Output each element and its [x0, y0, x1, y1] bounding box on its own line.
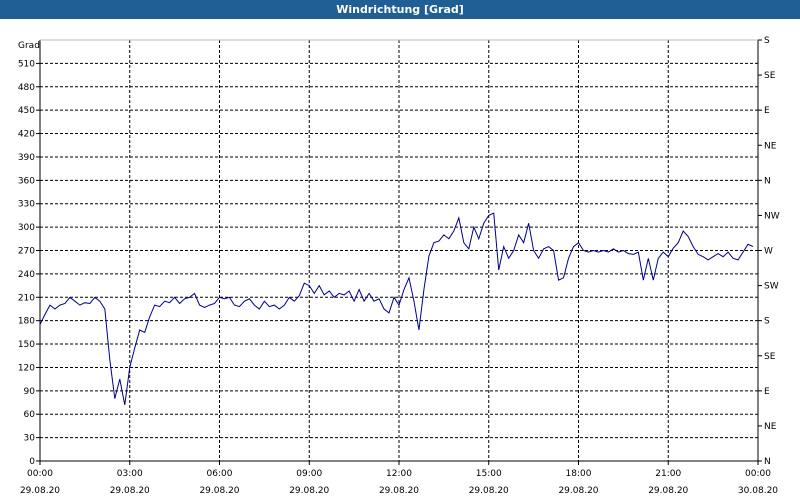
y-tick-label: 150 — [18, 340, 35, 350]
chart-area: 0 30 60 90 120 150 180 210 240 270 300 330 360 390 420… — [18, 36, 780, 496]
y2-tick-label: W — [764, 247, 773, 257]
x-tick-date: 29.08.20 — [20, 486, 60, 496]
y-tick-label: 330 — [18, 200, 35, 210]
x-tick-time: 15:00 — [476, 469, 502, 479]
y2-tick-label: SE — [764, 71, 776, 81]
x-tick-time: 12:00 — [386, 469, 412, 479]
y-tick-label: 0 — [29, 457, 35, 467]
y2-tick-label: E — [764, 106, 770, 116]
x-tick-time: 18:00 — [566, 469, 592, 479]
y-tick-label: 450 — [18, 106, 35, 116]
y-tick-label: 240 — [18, 270, 35, 280]
y-axis: 0 30 60 90 120 150 180 210 240 270 300 330 360 390 420… — [18, 59, 40, 467]
y-tick-label: 420 — [18, 130, 35, 140]
chart-title: Windrichtung [Grad] — [0, 0, 800, 19]
x-tick-time: 06:00 — [207, 469, 233, 479]
y-tick-label: 270 — [18, 247, 35, 257]
x-tick-time: 03:00 — [117, 469, 143, 479]
y-tick-label: 210 — [18, 293, 35, 303]
x-tick-date: 29.08.20 — [379, 486, 419, 496]
x-tick-date: 29.08.20 — [648, 486, 688, 496]
x-tick-date: 29.08.20 — [289, 486, 329, 496]
x-tick-time: 21:00 — [655, 469, 681, 479]
x-axis: 00:00 29.08.20 03:00 29.08.20 06:00 29.08.20 0… — [20, 461, 778, 496]
y-axis-label: Grad — [18, 41, 40, 51]
y-tick-label: 360 — [18, 176, 35, 186]
y-tick-label: 60 — [24, 410, 36, 420]
grid — [40, 40, 758, 461]
y-tick-label: 390 — [18, 153, 35, 163]
x-tick-date: 29.08.20 — [558, 486, 598, 496]
y2-tick-label: S — [764, 36, 770, 46]
x-tick-time: 09:00 — [296, 469, 322, 479]
y2-tick-label: S — [764, 317, 770, 327]
x-tick-time: 00:00 — [27, 469, 53, 479]
y2-tick-label: SW — [764, 282, 779, 292]
x-tick-date: 30.08.20 — [738, 486, 778, 496]
x-tick-date: 29.08.20 — [469, 486, 509, 496]
y-tick-label: 180 — [18, 317, 35, 327]
series-line — [39, 212, 754, 405]
y2-axis: N NE E SE S SW W NW N NE E SE S — [758, 36, 780, 467]
y2-tick-label: SE — [764, 352, 776, 362]
x-tick-date: 29.08.20 — [199, 486, 239, 496]
y-tick-label: 30 — [24, 434, 36, 444]
y2-tick-label: NE — [764, 422, 777, 432]
y-tick-label: 300 — [18, 223, 35, 233]
x-tick-time: 00:00 — [745, 469, 771, 479]
y2-tick-label: N — [764, 176, 771, 186]
y2-tick-label: N — [764, 457, 771, 467]
y-tick-label: 120 — [18, 363, 35, 373]
x-tick-date: 29.08.20 — [110, 486, 150, 496]
y-tick-label: 90 — [24, 387, 36, 397]
y-tick-label: 480 — [18, 83, 35, 93]
y2-tick-label: E — [764, 387, 770, 397]
y-tick-label: 510 — [18, 59, 35, 69]
y2-tick-label: NE — [764, 141, 777, 151]
y2-tick-label: NW — [764, 211, 780, 221]
